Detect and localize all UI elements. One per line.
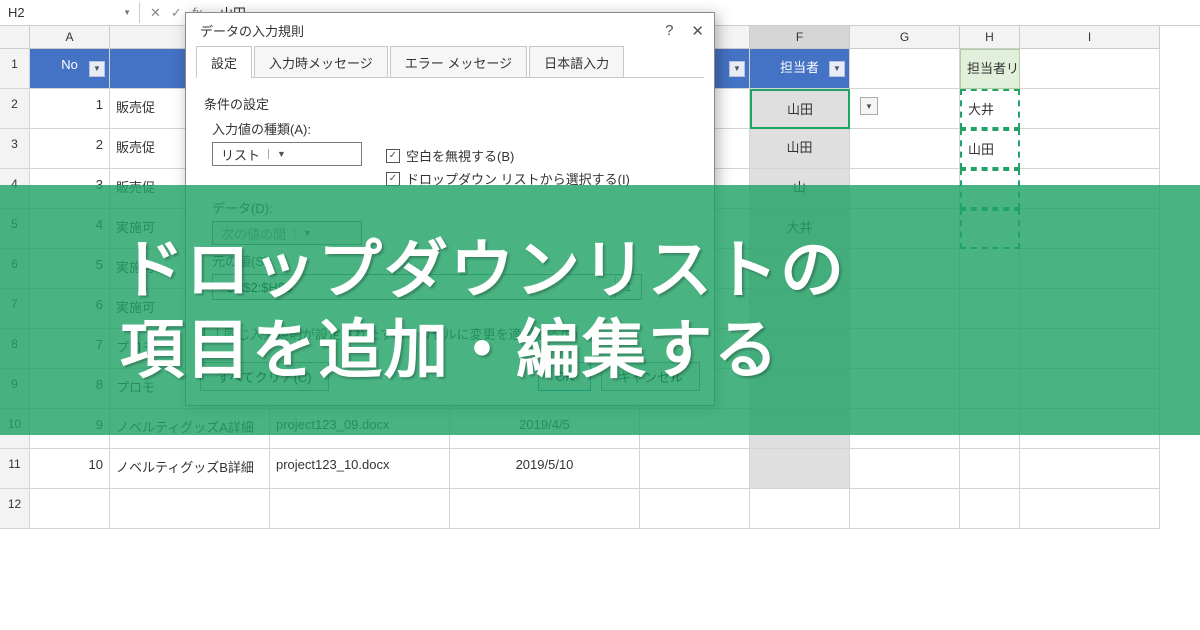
- cell[interactable]: [30, 489, 110, 529]
- ignore-blank-label: 空白を無視する(B): [406, 146, 514, 165]
- cancel-icon[interactable]: ✕: [150, 5, 161, 21]
- table-header-f[interactable]: 担当者 ▼: [750, 49, 850, 89]
- cell[interactable]: 1: [30, 89, 110, 129]
- cell[interactable]: [270, 489, 450, 529]
- allow-combobox[interactable]: リスト ▼: [212, 142, 362, 166]
- checkbox-icon: ✓: [386, 172, 400, 186]
- dropdown-button-icon[interactable]: ▼: [860, 97, 878, 115]
- cell-H2[interactable]: 大井: [960, 89, 1020, 129]
- cell-H3[interactable]: 山田: [960, 129, 1020, 169]
- cell[interactable]: [1020, 129, 1160, 169]
- cell[interactable]: [850, 129, 960, 169]
- dialog-title: データの入力規則: [200, 21, 304, 40]
- cell[interactable]: [1020, 89, 1160, 129]
- cell[interactable]: [1020, 449, 1160, 489]
- overlay-line2: 項目を追加・編集する: [120, 310, 1200, 390]
- chevron-down-icon[interactable]: ▼: [268, 149, 286, 159]
- table-row: 12: [0, 489, 1200, 529]
- dialog-titlebar[interactable]: データの入力規則 ? ✕: [186, 13, 714, 46]
- cell-I1[interactable]: [1020, 49, 1160, 89]
- close-icon[interactable]: ✕: [691, 22, 704, 40]
- row-header[interactable]: 2: [0, 89, 30, 129]
- row-header[interactable]: 12: [0, 489, 30, 529]
- cell[interactable]: [960, 489, 1020, 529]
- filter-dropdown-icon[interactable]: ▼: [89, 61, 105, 77]
- cell[interactable]: [640, 449, 750, 489]
- cell[interactable]: ノベルティグッズB詳細: [110, 449, 270, 489]
- cell[interactable]: [1020, 489, 1160, 529]
- cell-F2[interactable]: 山田: [750, 89, 850, 129]
- cell[interactable]: 2019/5/10: [450, 449, 640, 489]
- cell[interactable]: [850, 489, 960, 529]
- tab-error-alert[interactable]: エラー メッセージ: [390, 46, 527, 78]
- filter-dropdown-icon[interactable]: ▼: [729, 61, 745, 77]
- table-header-f-label: 担当者: [780, 60, 819, 75]
- section-label: 条件の設定: [204, 94, 698, 113]
- name-box-text: H2: [8, 5, 25, 20]
- cell[interactable]: [750, 449, 850, 489]
- col-header-F[interactable]: F: [750, 26, 850, 49]
- enter-icon[interactable]: ✓: [171, 5, 182, 21]
- ignore-blank-checkbox[interactable]: ✓ 空白を無視する(B): [386, 146, 630, 165]
- overlay-line1: ドロップダウンリストの: [120, 230, 1200, 310]
- table-header-no-label: No: [61, 57, 78, 72]
- cell[interactable]: [110, 489, 270, 529]
- allow-value: リスト: [213, 145, 268, 164]
- row-header[interactable]: 3: [0, 129, 30, 169]
- cell[interactable]: 10: [30, 449, 110, 489]
- col-header-A[interactable]: A: [30, 26, 110, 49]
- col-header-G[interactable]: G: [850, 26, 960, 49]
- cell[interactable]: ▼: [850, 89, 960, 129]
- cell[interactable]: [960, 449, 1020, 489]
- table-header-no[interactable]: No ▼: [30, 49, 110, 89]
- table-row: 11 10 ノベルティグッズB詳細 project123_10.docx 201…: [0, 449, 1200, 489]
- col-header-I[interactable]: I: [1020, 26, 1160, 49]
- cell[interactable]: [640, 489, 750, 529]
- title-overlay: ドロップダウンリストの 項目を追加・編集する: [0, 185, 1200, 435]
- help-icon[interactable]: ?: [665, 22, 673, 39]
- cell[interactable]: [450, 489, 640, 529]
- cell[interactable]: [750, 489, 850, 529]
- tab-ime-mode[interactable]: 日本語入力: [529, 46, 624, 78]
- tab-settings[interactable]: 設定: [196, 46, 252, 78]
- cell[interactable]: project123_10.docx: [270, 449, 450, 489]
- col-header-H[interactable]: H: [960, 26, 1020, 49]
- name-box-dropdown-icon[interactable]: ▼: [123, 8, 131, 17]
- select-all-cell[interactable]: [0, 26, 30, 49]
- cell[interactable]: [850, 449, 960, 489]
- cell-G1[interactable]: [850, 49, 960, 89]
- checkbox-icon: ✓: [386, 149, 400, 163]
- cell[interactable]: 2: [30, 129, 110, 169]
- tab-input-message[interactable]: 入力時メッセージ: [254, 46, 388, 78]
- row-header[interactable]: 11: [0, 449, 30, 489]
- dialog-tabs: 設定 入力時メッセージ エラー メッセージ 日本語入力: [186, 46, 714, 78]
- filter-dropdown-icon[interactable]: ▼: [829, 61, 845, 77]
- name-box[interactable]: H2 ▼: [0, 2, 140, 23]
- row-header[interactable]: 1: [0, 49, 30, 89]
- cell-H1[interactable]: 担当者リスト: [960, 49, 1020, 89]
- cell[interactable]: 山田: [750, 129, 850, 169]
- allow-label: 入力値の種類(A):: [212, 119, 698, 138]
